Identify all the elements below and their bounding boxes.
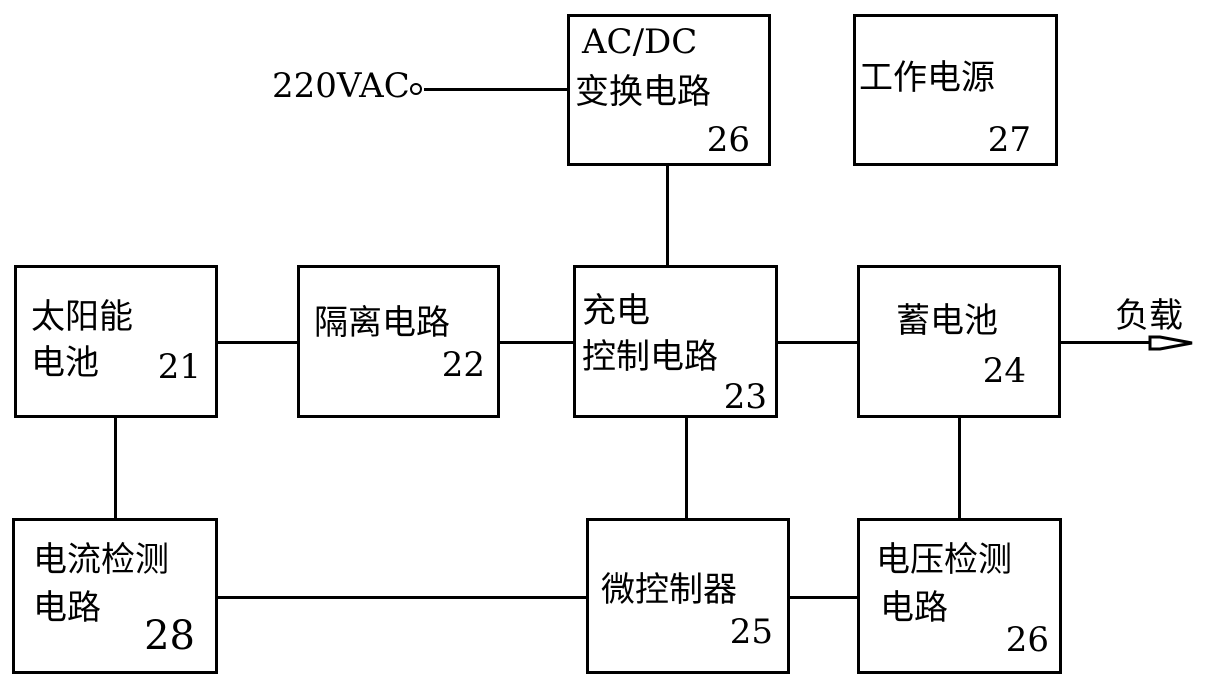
wire-battery-voltage bbox=[958, 417, 961, 519]
wire-charge-mcu bbox=[685, 417, 688, 519]
block-voltage-detect: 电压检测 电路 26 bbox=[857, 518, 1062, 674]
block-solar-cell: 太阳能 电池 21 bbox=[14, 265, 218, 418]
block-label: 控制电路 bbox=[582, 337, 718, 377]
block-label: 隔离电路 bbox=[314, 303, 450, 343]
block-label: AC/DC bbox=[582, 22, 698, 62]
block-label: 蓄电池 bbox=[896, 301, 998, 341]
block-work-power: 工作电源 27 bbox=[853, 14, 1058, 166]
input-terminal-icon bbox=[410, 83, 422, 95]
block-id: 22 bbox=[441, 345, 485, 385]
block-label: 充电 bbox=[582, 291, 650, 331]
block-label: 电压检测 bbox=[876, 540, 1012, 580]
wire-charge-battery bbox=[777, 341, 858, 344]
wire-current-mcu bbox=[217, 596, 587, 599]
block-id: 26 bbox=[1005, 620, 1049, 660]
block-label: 太阳能 bbox=[31, 297, 133, 337]
wire-isolation-charge bbox=[499, 341, 574, 344]
block-id: 26 bbox=[706, 120, 750, 160]
block-id: 27 bbox=[987, 120, 1031, 160]
wire-solar-current bbox=[114, 417, 117, 519]
block-storage-battery: 蓄电池 24 bbox=[857, 265, 1061, 418]
block-label: 电池 bbox=[31, 343, 99, 383]
wire-solar-isolation bbox=[217, 341, 298, 344]
block-isolation-circuit: 隔离电路 22 bbox=[297, 265, 500, 418]
block-id: 25 bbox=[729, 612, 773, 652]
block-diagram: 220VAC 负载 AC/DC 变换电路 26 工作电源 27 太阳能 电池 2… bbox=[0, 0, 1211, 689]
block-id: 24 bbox=[982, 351, 1026, 391]
output-arrow-icon bbox=[1148, 335, 1193, 351]
block-label: 变换电路 bbox=[575, 72, 711, 112]
block-acdc-converter: AC/DC 变换电路 26 bbox=[567, 14, 771, 166]
block-label: 工作电源 bbox=[859, 58, 995, 98]
input-label: 220VAC bbox=[272, 66, 410, 106]
wire-acdc-charge bbox=[666, 165, 669, 266]
block-current-detect: 电流检测 电路 28 bbox=[12, 518, 218, 674]
output-label: 负载 bbox=[1115, 296, 1183, 336]
block-label: 电流检测 bbox=[33, 540, 169, 580]
block-label: 微控制器 bbox=[601, 570, 737, 610]
block-charge-control: 充电 控制电路 23 bbox=[573, 265, 778, 418]
wire-battery-load bbox=[1060, 341, 1160, 344]
wire-mcu-voltage bbox=[789, 596, 858, 599]
block-microcontroller: 微控制器 25 bbox=[586, 518, 790, 674]
wire-220vac-acdc bbox=[424, 88, 569, 91]
block-id: 28 bbox=[144, 613, 195, 659]
block-label: 电路 bbox=[33, 588, 101, 628]
block-id: 23 bbox=[723, 377, 767, 417]
block-id: 21 bbox=[157, 347, 201, 387]
block-label: 电路 bbox=[880, 588, 948, 628]
